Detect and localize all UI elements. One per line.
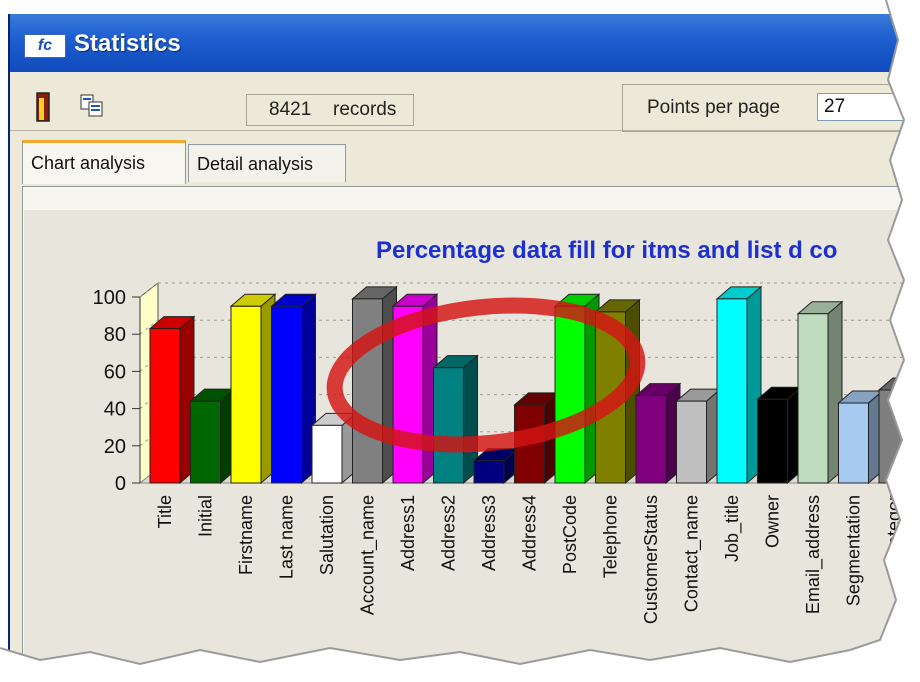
bar-front: [230, 305, 262, 484]
bar-postcode: [553, 293, 601, 485]
tab-detail-analysis[interactable]: Detail analysis: [188, 144, 346, 182]
title-bar[interactable]: fc Statistics: [10, 14, 920, 72]
bar-title: [148, 315, 196, 485]
bar-address1: [391, 293, 439, 485]
statistics-window: fc Statistics 8421 records Points per pa…: [8, 14, 920, 682]
x-tick-label: CustomerStatus: [641, 495, 661, 624]
chart-area: Percentage data fill for itms and list d…: [24, 210, 920, 680]
y-tick-label: 100: [93, 287, 126, 309]
bar-front: [433, 367, 464, 484]
bar-front: [797, 313, 829, 484]
bar-side: [908, 379, 920, 485]
app-logo-icon: fc: [24, 34, 66, 58]
bar-last-name: [270, 293, 317, 485]
bar-salutation: [310, 412, 358, 485]
tab-chart-analysis[interactable]: Chart analysis: [22, 140, 186, 184]
bar-front: [392, 305, 424, 484]
bar-front: [878, 389, 910, 484]
x-tick-label: Initial: [196, 495, 216, 537]
bar-email-address: [796, 300, 844, 485]
x-tick-label: PostCode: [560, 495, 580, 574]
records-count-display: 8421 records: [246, 94, 414, 126]
bar-front: [514, 404, 545, 484]
x-tick-label: Job_title: [722, 495, 743, 562]
bar-account-name: [351, 285, 398, 485]
points-per-page-input[interactable]: [817, 93, 920, 121]
x-tick-label: Address3: [479, 495, 499, 571]
y-tick-label: 60: [104, 361, 126, 383]
screenshot: fc Statistics 8421 records Points per pa…: [0, 0, 920, 682]
y-tick-label: 40: [104, 399, 126, 421]
x-tick-label: Categor: [884, 495, 904, 559]
bar-front: [190, 400, 221, 484]
bar-job-title: [715, 285, 763, 485]
x-tick-label: Contact_name: [682, 495, 703, 612]
bar-front: [838, 402, 869, 484]
x-tick-label: Email_address: [803, 495, 824, 614]
bar-owner: [756, 386, 803, 485]
bar-front: [757, 398, 788, 484]
y-tick-label: 20: [104, 436, 126, 458]
copy-icon[interactable]: [80, 94, 104, 118]
x-tick-label: Last name: [277, 495, 297, 579]
bar-customerstatus: [634, 382, 682, 485]
x-tick-label: Address2: [439, 495, 459, 571]
records-label: records: [333, 99, 397, 120]
bar-address2: [432, 354, 479, 485]
bar-front: [554, 305, 586, 484]
x-tick-label: Address1: [398, 495, 418, 571]
x-tick-label: Address4: [520, 495, 540, 571]
x-tick-label: Firstname: [236, 495, 256, 575]
chart-title: Percentage data fill for itms and list d…: [376, 237, 837, 264]
bar-front: [149, 328, 181, 484]
points-per-page-label: Points per page: [647, 97, 781, 118]
exit-door-icon[interactable]: [36, 92, 50, 122]
x-tick-label: Segmentation: [844, 495, 864, 606]
points-per-page-group: Points per page: [622, 84, 920, 132]
bar-front: [311, 424, 343, 484]
bar-telephone: [594, 298, 641, 485]
x-tick-label: Account_name: [358, 495, 379, 615]
bar-contact-name: [675, 388, 722, 485]
bar-front: [676, 400, 707, 484]
bar-segmentation: [837, 389, 884, 485]
bar-front: [635, 395, 667, 484]
x-tick-label: Owner: [763, 495, 783, 548]
x-tick-label: Salutation: [317, 495, 337, 575]
bar-front: [352, 298, 383, 484]
records-count: 8421: [269, 99, 312, 120]
bar-initial: [189, 388, 236, 485]
bar-firstname: [229, 293, 277, 485]
window-title: Statistics: [74, 30, 181, 57]
bar-front: [473, 460, 505, 484]
y-tick-label: 80: [104, 324, 126, 346]
x-tick-label: Telephone: [601, 495, 621, 578]
x-tick-label: Title: [155, 495, 175, 528]
bar-address4: [513, 391, 560, 485]
toolbar: 8421 records Points per page: [10, 72, 920, 132]
bar-front: [271, 305, 302, 484]
bar-front: [716, 298, 748, 484]
bar-chart: Percentage data fill for itms and list d…: [93, 237, 920, 624]
bar-categor: [877, 377, 920, 485]
bar-front: [595, 311, 626, 484]
y-tick-label: 0: [115, 473, 126, 495]
